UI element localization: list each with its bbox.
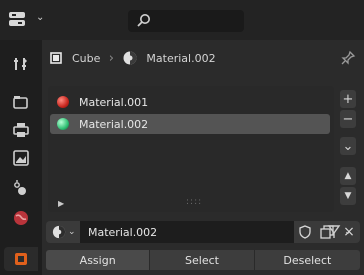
chevron-down-icon: ⌄ [344, 227, 352, 237]
material-sphere-icon [123, 51, 137, 65]
deselect-button[interactable]: Deselect [254, 250, 361, 270]
breadcrumb-material: Material.002 [146, 51, 216, 65]
slot-name: Material.002 [79, 117, 149, 131]
remove-slot-button[interactable]: − [340, 110, 356, 128]
editor-type-button[interactable]: ⌄ [6, 7, 48, 31]
assign-button[interactable]: Assign [46, 250, 151, 270]
material-preview-icon [57, 118, 69, 130]
shield-icon [299, 225, 311, 239]
mesh-cube-icon [50, 52, 62, 64]
link-data-icon [327, 225, 341, 238]
scene-icon [14, 180, 26, 195]
search-icon [137, 14, 150, 27]
slot-specials-button[interactable]: ⌄ [340, 137, 356, 155]
tab-material[interactable] [4, 247, 38, 271]
slot-link-dropdown[interactable]: ⌄ [326, 221, 358, 243]
world-icon [14, 211, 28, 225]
pin-icon[interactable] [340, 50, 356, 66]
breadcrumb-separator: › [108, 50, 114, 66]
tab-output[interactable] [8, 118, 34, 142]
material-slot-list[interactable]: Material.001 Material.002 [48, 86, 334, 212]
printer-output-icon [13, 123, 29, 137]
move-slot-down-button[interactable]: ▼ [340, 187, 356, 205]
assign-actions: Assign Select Deselect [46, 250, 361, 270]
select-button[interactable]: Select [150, 250, 255, 270]
list-filter-toggle[interactable]: ▶ [58, 199, 64, 208]
material-preview-icon [57, 96, 69, 108]
breadcrumb: Cube › Material.002 [48, 47, 216, 69]
tab-render[interactable] [8, 90, 34, 114]
add-slot-button[interactable]: + [340, 90, 356, 108]
image-view-layer-icon [13, 150, 29, 166]
material-icon [15, 253, 27, 265]
material-name-field[interactable]: Material.002 [80, 221, 294, 243]
tab-tool[interactable] [8, 52, 34, 76]
material-sphere-icon [52, 225, 66, 239]
list-item[interactable]: Material.002 [50, 114, 330, 134]
material-selector: ⌄ Material.002 × [46, 221, 360, 243]
tab-world[interactable] [8, 206, 34, 230]
browse-material-button[interactable]: ⌄ [46, 221, 80, 243]
list-item[interactable]: Material.001 [50, 92, 330, 112]
properties-tab-column [0, 40, 43, 275]
tab-view-layer[interactable] [8, 146, 34, 170]
breadcrumb-object: Cube [72, 51, 101, 65]
chevron-down-icon: ⌄ [36, 12, 45, 23]
list-resize-grip[interactable]: :::: [186, 198, 201, 207]
chevron-down-icon: ⌄ [68, 227, 76, 237]
tab-scene[interactable] [8, 176, 34, 200]
fake-user-button[interactable] [294, 221, 316, 243]
render-icon [13, 96, 28, 109]
search-field[interactable] [128, 10, 244, 32]
slot-name: Material.001 [79, 95, 149, 109]
properties-editor-icon [9, 12, 25, 26]
tool-settings-icon [14, 58, 27, 70]
move-slot-up-button[interactable]: ▲ [340, 167, 356, 185]
